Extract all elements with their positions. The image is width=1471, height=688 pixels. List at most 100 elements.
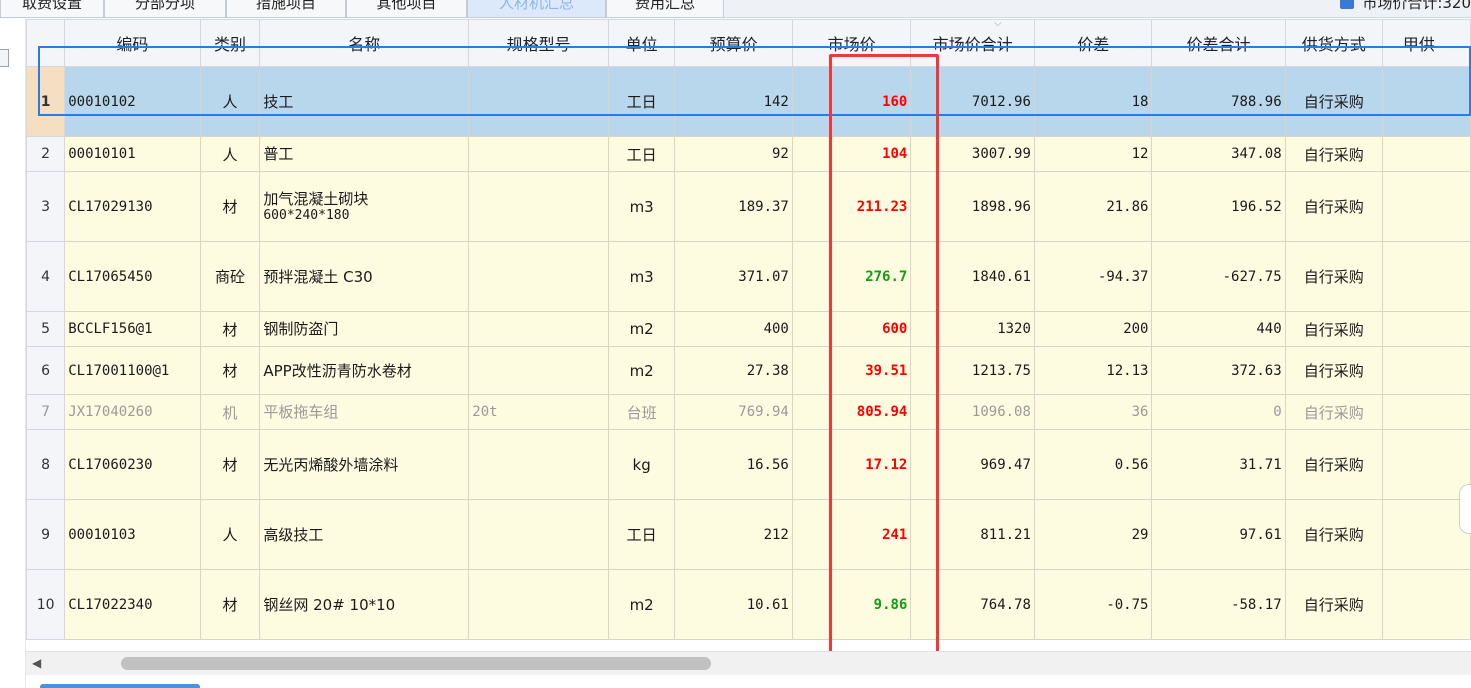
cell-market-total[interactable]: 3007.99 [910, 136, 1035, 172]
cell-code[interactable]: 00010101 [64, 136, 201, 172]
col-price-diff-header[interactable]: 价差 [1033, 19, 1153, 67]
cell-price-diff[interactable]: 29 [1033, 499, 1153, 570]
col-diff-total-header[interactable]: 价差合计 [1151, 19, 1286, 67]
cell-supply-method[interactable]: 自行采购 [1284, 429, 1383, 500]
col-market-price-header[interactable]: 市场价 [791, 19, 912, 67]
cell-supply-method[interactable]: 自行采购 [1284, 66, 1383, 137]
cell-owner-supplied[interactable] [1381, 66, 1471, 137]
cell-budget-price[interactable]: 16.56 [674, 429, 793, 500]
row-number[interactable]: 8 [26, 429, 66, 500]
cell-market-total[interactable]: 1096.08 [910, 394, 1035, 430]
tab-sub-items[interactable]: 分部分项 [104, 0, 226, 18]
table-row[interactable]: 8 CL17060230 材无光丙烯酸外墙涂料 kg 16.56 17.12 969.47 0… [26, 429, 1471, 500]
cell-code[interactable]: CL17065450 [64, 241, 201, 312]
cell-name[interactable]: 无光丙烯酸外墙涂料 [259, 429, 470, 500]
cell-spec[interactable] [468, 346, 609, 395]
collapse-panel-icon[interactable] [0, 49, 9, 67]
col-spec-header[interactable]: 规格型号 [468, 19, 609, 67]
table-row[interactable]: 4 CL17065450 商砼 预拌混凝土 C30 m3 371.07 276.7 1840.… [26, 241, 1471, 312]
col-market-total-header[interactable]: 市场价合计 [910, 19, 1035, 67]
cell-owner-supplied[interactable] [1381, 429, 1471, 500]
cell-price-diff[interactable]: 21.86 [1033, 171, 1153, 242]
cell-spec[interactable] [468, 241, 609, 312]
cell-price-diff[interactable]: -94.37 [1033, 241, 1153, 312]
cell-type[interactable]: 材 [199, 171, 261, 242]
tab-fee-settings[interactable]: 取费设置 [0, 0, 104, 18]
cell-market-price[interactable]: 104 [791, 136, 912, 172]
col-unit-header[interactable]: 单位 [607, 19, 676, 67]
cell-diff-total[interactable]: 788.96 [1151, 66, 1286, 137]
cell-unit[interactable]: m2 [607, 569, 676, 640]
cell-code[interactable]: 00010103 [64, 499, 201, 570]
cell-type[interactable]: 机 [199, 394, 261, 430]
table-row[interactable]: 7 JX17040260 机平板拖车组 20t 台班 769.94 805.94 1096.0… [26, 394, 1471, 430]
cell-market-total[interactable]: 1898.96 [910, 171, 1035, 242]
cell-type[interactable]: 人 [199, 136, 261, 172]
cell-name[interactable]: 普工 [259, 136, 470, 172]
cell-price-diff[interactable]: 12.13 [1033, 346, 1153, 395]
cell-supply-method[interactable]: 自行采购 [1284, 311, 1383, 347]
cell-unit[interactable]: 台班 [607, 394, 676, 430]
cell-owner-supplied[interactable] [1381, 311, 1471, 347]
row-number[interactable]: 4 [26, 241, 66, 312]
cell-unit[interactable]: 工日 [607, 66, 676, 137]
cell-name[interactable]: 高级技工 [259, 499, 470, 570]
cell-market-total[interactable]: 1213.75 [910, 346, 1035, 395]
cell-budget-price[interactable]: 142 [674, 66, 793, 137]
cell-budget-price[interactable]: 10.61 [674, 569, 793, 640]
cell-market-price[interactable]: 160 [791, 66, 912, 137]
row-number[interactable]: 6 [26, 346, 66, 395]
cell-type[interactable]: 材 [199, 311, 261, 347]
scroll-left-arrow-icon[interactable]: ◀ [32, 656, 41, 670]
cell-type[interactable]: 材 [199, 429, 261, 500]
cell-code[interactable]: CL17029130 [64, 171, 201, 242]
cell-price-diff[interactable]: 12 [1033, 136, 1153, 172]
cell-market-total[interactable]: 1320 [910, 311, 1035, 347]
tab-labor-material-summary[interactable]: 人材机汇总 [467, 0, 606, 18]
cell-supply-method[interactable]: 自行采购 [1284, 171, 1383, 242]
cell-spec[interactable] [468, 171, 609, 242]
cell-name[interactable]: APP改性沥青防水卷材 [259, 346, 470, 395]
cell-code[interactable]: CL17060230 [64, 429, 201, 500]
cell-type[interactable]: 材 [199, 569, 261, 640]
cell-market-price[interactable]: 600 [791, 311, 912, 347]
cell-owner-supplied[interactable] [1381, 241, 1471, 312]
cell-budget-price[interactable]: 189.37 [674, 171, 793, 242]
cell-budget-price[interactable]: 400 [674, 311, 793, 347]
cell-market-total[interactable]: 969.47 [910, 429, 1035, 500]
cell-owner-supplied[interactable] [1381, 499, 1471, 570]
cell-unit[interactable]: 工日 [607, 499, 676, 570]
cell-name[interactable]: 钢制防盗门 [259, 311, 470, 347]
cell-spec[interactable] [468, 569, 609, 640]
tab-cost-summary[interactable]: 费用汇总 [606, 0, 724, 18]
cell-diff-total[interactable]: 196.52 [1151, 171, 1286, 242]
cell-supply-method[interactable]: 自行采购 [1284, 346, 1383, 395]
table-row[interactable]: 5 BCCLF156@1 材钢制防盗门 m2 400 600 1320 200 440 自行采购 [26, 311, 1471, 347]
row-number[interactable]: 10 [26, 569, 66, 640]
cell-name[interactable]: 钢丝网 20# 10*10 [259, 569, 470, 640]
cell-owner-supplied[interactable] [1381, 136, 1471, 172]
table-row[interactable]: 1 00010102 人技工 工日 142 160 7012.96 18 788.96 自行采购 [26, 66, 1471, 137]
cell-supply-method[interactable]: 自行采购 [1284, 136, 1383, 172]
sort-caret-icon[interactable]: ⌵ [994, 19, 1002, 29]
cell-diff-total[interactable]: -627.75 [1151, 241, 1286, 312]
cell-spec[interactable] [468, 136, 609, 172]
col-type-header[interactable]: 类别 [199, 19, 261, 67]
cell-price-diff[interactable]: -0.75 [1033, 569, 1153, 640]
cell-owner-supplied[interactable] [1381, 394, 1471, 430]
cell-type[interactable]: 人 [199, 66, 261, 137]
row-number[interactable]: 9 [26, 499, 66, 570]
cell-unit[interactable]: m3 [607, 171, 676, 242]
row-number[interactable]: 5 [26, 311, 66, 347]
checkbox-icon[interactable] [1340, 0, 1355, 9]
cell-supply-method[interactable]: 自行采购 [1284, 499, 1383, 570]
cell-name[interactable]: 预拌混凝土 C30 [259, 241, 470, 312]
cell-market-total[interactable]: 811.21 [910, 499, 1035, 570]
cell-price-diff[interactable]: 0.56 [1033, 429, 1153, 500]
bottom-tab-indicator[interactable] [40, 684, 200, 688]
table-row[interactable]: 3 CL17029130 材加气混凝土砌块 600*240*180 m3 189.37 21… [26, 171, 1471, 242]
cell-supply-method[interactable]: 自行采购 [1284, 569, 1383, 640]
cell-unit[interactable]: 工日 [607, 136, 676, 172]
cell-spec[interactable]: 20t [468, 394, 609, 430]
cell-code[interactable]: CL17022340 [64, 569, 201, 640]
